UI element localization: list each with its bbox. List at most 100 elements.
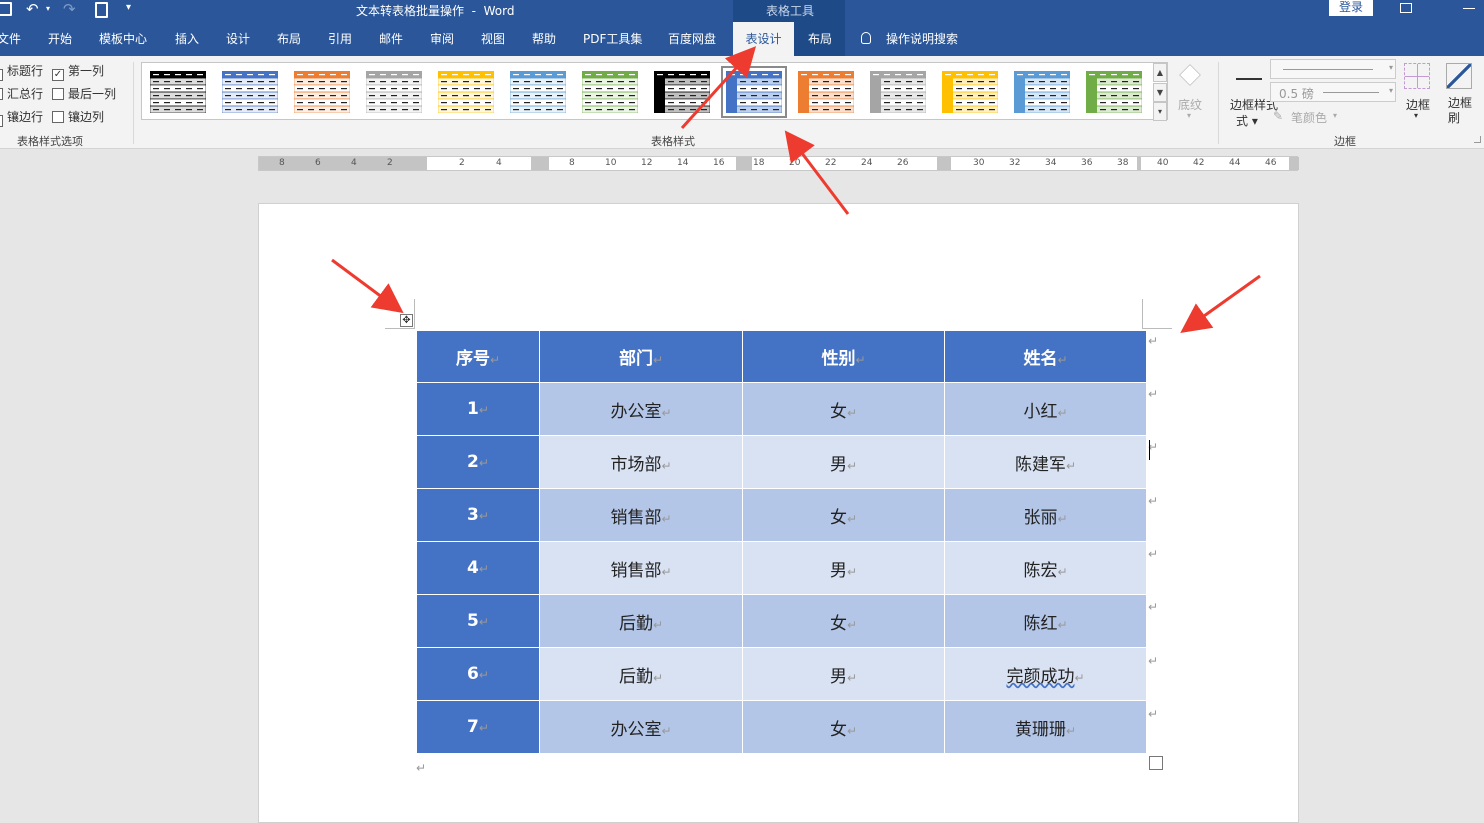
print-preview-icon[interactable] bbox=[95, 2, 108, 18]
tell-me-search[interactable]: 操作说明搜索 bbox=[886, 22, 958, 56]
table-cell[interactable]: 3↵ bbox=[416, 488, 540, 542]
table-cell[interactable]: 男↵ bbox=[742, 435, 945, 489]
header-cell-name[interactable]: 姓名↵ bbox=[944, 330, 1147, 383]
tab-design[interactable]: 设计 bbox=[226, 22, 250, 56]
tab-mailings[interactable]: 邮件 bbox=[379, 22, 403, 56]
tab-view[interactable]: 视图 bbox=[481, 22, 505, 56]
table-style-thumb[interactable] bbox=[1086, 71, 1142, 113]
border-painter-label[interactable]: 边框刷 bbox=[1448, 96, 1472, 126]
tab-file[interactable]: 文件 bbox=[0, 22, 21, 56]
gallery-scroll-up[interactable]: ▲ bbox=[1153, 63, 1167, 82]
table-cell[interactable]: 女↵ bbox=[742, 488, 945, 542]
line-style-select[interactable]: ▾ bbox=[1270, 59, 1396, 79]
banded-columns-option[interactable]: 镶边列 bbox=[52, 108, 104, 125]
table-style-thumb[interactable] bbox=[1014, 71, 1070, 113]
pen-color-label[interactable]: 笔颜色 bbox=[1291, 109, 1327, 126]
borders-grid-icon[interactable] bbox=[1404, 63, 1430, 89]
table-cell[interactable]: 后勤↵ bbox=[539, 594, 743, 648]
table-cell[interactable]: 张丽↵ bbox=[944, 488, 1147, 542]
table-style-thumb[interactable] bbox=[294, 71, 350, 113]
total-row-option[interactable]: 汇总行 bbox=[0, 85, 43, 102]
table-cell[interactable]: 完颜成功↵ bbox=[944, 647, 1147, 701]
border-painter-icon[interactable] bbox=[1446, 63, 1472, 89]
table-style-thumb[interactable] bbox=[150, 71, 206, 113]
table-cell[interactable]: 小红↵ bbox=[944, 382, 1147, 436]
banded-rows-checkbox[interactable]: ✓ bbox=[0, 115, 3, 127]
customize-toolbar-icon[interactable]: ▾ bbox=[126, 2, 131, 13]
tab-table-design[interactable]: 表设计 bbox=[733, 22, 794, 56]
table-cell[interactable]: 女↵ bbox=[742, 594, 945, 648]
border-style-dropdown-icon[interactable]: 式 ▾ bbox=[1236, 112, 1258, 129]
table-style-thumb[interactable] bbox=[366, 71, 422, 113]
tab-layout[interactable]: 布局 bbox=[277, 22, 301, 56]
tab-help[interactable]: 帮助 bbox=[532, 22, 556, 56]
table-cell[interactable]: 销售部↵ bbox=[539, 541, 743, 595]
horizontal-ruler[interactable]: 8 6 4 2 2 4 8 10 12 14 16 18 20 22 24 26 30 32 34 36 38 40 42 4… bbox=[258, 156, 1299, 171]
dialog-launcher-icon[interactable] bbox=[1474, 136, 1481, 143]
header-cell-department[interactable]: 部门↵ bbox=[539, 330, 743, 383]
table-cell[interactable]: 市场部↵ bbox=[539, 435, 743, 489]
table-cell[interactable]: 5↵ bbox=[416, 594, 540, 648]
table-cell[interactable]: 2↵ bbox=[416, 435, 540, 489]
last-column-checkbox[interactable] bbox=[52, 88, 64, 100]
table-cell[interactable]: 1↵ bbox=[416, 382, 540, 436]
borders-dropdown-icon[interactable]: ▾ bbox=[1414, 111, 1418, 120]
undo-icon[interactable]: ↶ bbox=[26, 0, 39, 18]
table-style-thumb[interactable] bbox=[798, 71, 854, 113]
last-column-option[interactable]: 最后一列 bbox=[52, 85, 116, 102]
table-style-thumb[interactable] bbox=[721, 66, 787, 118]
table-cell[interactable]: 男↵ bbox=[742, 647, 945, 701]
gallery-scroll-down[interactable]: ▼ bbox=[1153, 83, 1167, 102]
tab-review[interactable]: 审阅 bbox=[430, 22, 454, 56]
tab-template-center[interactable]: 模板中心 bbox=[99, 22, 147, 56]
table-cell[interactable]: 陈建军↵ bbox=[944, 435, 1147, 489]
undo-dropdown-icon[interactable]: ▾ bbox=[46, 4, 50, 13]
header-cell-index[interactable]: 序号↵ bbox=[416, 330, 540, 383]
first-column-option[interactable]: ✓ 第一列 bbox=[52, 62, 104, 81]
shading-bucket-icon[interactable] bbox=[1179, 64, 1201, 86]
header-row-checkbox[interactable]: ✓ bbox=[0, 69, 3, 81]
table-style-thumb[interactable] bbox=[582, 71, 638, 113]
tab-pdf-tools[interactable]: PDF工具集 bbox=[583, 22, 642, 56]
table-cell[interactable]: 办公室↵ bbox=[539, 382, 743, 436]
first-column-checkbox[interactable]: ✓ bbox=[52, 69, 64, 81]
save-icon[interactable] bbox=[0, 2, 12, 16]
header-cell-gender[interactable]: 性别↵ bbox=[742, 330, 945, 383]
table-cell[interactable]: 女↵ bbox=[742, 700, 945, 754]
ribbon-display-icon[interactable] bbox=[1400, 3, 1412, 13]
data-table[interactable]: 序号↵ 部门↵ 性别↵ 姓名↵ 1↵ 办公室↵ 女↵ 小红↵ 2↵ 市场部↵ 男↵ 陈建军↵… bbox=[416, 330, 1147, 754]
table-cell[interactable]: 6↵ bbox=[416, 647, 540, 701]
tab-home[interactable]: 开始 bbox=[48, 22, 72, 56]
table-resize-handle[interactable] bbox=[1149, 756, 1163, 770]
table-style-thumb[interactable] bbox=[942, 71, 998, 113]
table-cell[interactable]: 男↵ bbox=[742, 541, 945, 595]
table-style-gallery[interactable] bbox=[141, 62, 1168, 120]
table-cell[interactable]: 7↵ bbox=[416, 700, 540, 754]
document-page[interactable]: ✥ 序号↵ 部门↵ 性别↵ 姓名↵ 1↵ 办公室↵ 女↵ 小红↵ 2↵ 市场部↵ 男↵ 陈建… bbox=[258, 203, 1299, 823]
total-row-checkbox[interactable] bbox=[0, 88, 3, 100]
table-style-thumb[interactable] bbox=[438, 71, 494, 113]
pen-icon[interactable]: ✎ bbox=[1273, 109, 1283, 123]
table-cell[interactable]: 女↵ bbox=[742, 382, 945, 436]
minimize-icon[interactable] bbox=[1463, 8, 1475, 9]
tab-insert[interactable]: 插入 bbox=[175, 22, 199, 56]
table-style-thumb[interactable] bbox=[654, 71, 710, 113]
banded-columns-checkbox[interactable] bbox=[52, 111, 64, 123]
table-cell[interactable]: 黄珊珊↵ bbox=[944, 700, 1147, 754]
redo-icon[interactable]: ↷ bbox=[63, 0, 76, 18]
pen-color-dropdown-icon[interactable]: ▾ bbox=[1333, 111, 1337, 120]
login-button[interactable]: 登录 bbox=[1329, 0, 1373, 16]
table-style-thumb[interactable] bbox=[870, 71, 926, 113]
table-cell[interactable]: 陈宏↵ bbox=[944, 541, 1147, 595]
table-cell[interactable]: 后勤↵ bbox=[539, 647, 743, 701]
line-weight-select[interactable]: 0.5 磅 ▾ bbox=[1270, 82, 1396, 102]
gallery-more[interactable]: ▾ bbox=[1153, 102, 1167, 121]
table-cell[interactable]: 办公室↵ bbox=[539, 700, 743, 754]
table-style-thumb[interactable] bbox=[222, 71, 278, 113]
tab-table-layout[interactable]: 布局 bbox=[808, 22, 832, 56]
tab-baidu-netdisk[interactable]: 百度网盘 bbox=[668, 22, 716, 56]
table-cell[interactable]: 陈红↵ bbox=[944, 594, 1147, 648]
header-row-option[interactable]: ✓标题行 bbox=[0, 62, 43, 81]
table-style-thumb[interactable] bbox=[510, 71, 566, 113]
table-cell[interactable]: 销售部↵ bbox=[539, 488, 743, 542]
